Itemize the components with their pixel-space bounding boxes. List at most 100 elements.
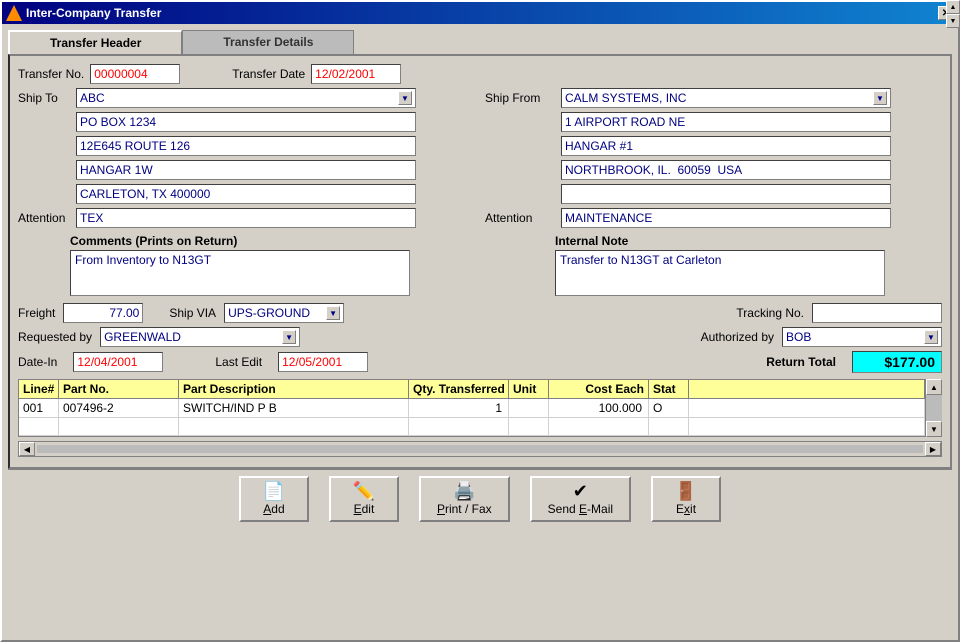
- ship-via-dropdown[interactable]: UPS-GROUND ▼: [224, 303, 344, 323]
- internal-note-textarea-wrapper: [555, 250, 885, 299]
- last-edit-input[interactable]: [278, 352, 368, 372]
- add-icon: 📄: [263, 482, 285, 500]
- content-area: Transfer Header Transfer Details Transfe…: [2, 24, 958, 534]
- data-grid: Line# Part No. Part Description Qty. Tra…: [18, 379, 926, 437]
- print-fax-button[interactable]: 🖨️ Print / Fax: [419, 476, 510, 522]
- table-row[interactable]: [19, 418, 925, 436]
- exit-button[interactable]: 🚪 Exit: [651, 476, 721, 522]
- comments-section: Comments (Prints on Return) ▲ ▼: [18, 234, 475, 299]
- ship-to-line2-input[interactable]: [76, 112, 416, 132]
- cell-empty: [59, 418, 179, 435]
- tracking-input[interactable]: [812, 303, 942, 323]
- ship-to-line5-row: [18, 184, 475, 204]
- ship-to-line5-input[interactable]: [76, 184, 416, 204]
- tab-transfer-header[interactable]: Transfer Header: [8, 30, 182, 54]
- ship-from-line5-input[interactable]: [561, 184, 891, 204]
- cell-qty-001: 1: [409, 399, 509, 417]
- ship-to-row: Ship To ABC ▼: [18, 88, 475, 108]
- grid-hscrollbar[interactable]: ◀ ▶: [18, 441, 942, 457]
- grid-scroll-track[interactable]: [926, 395, 942, 421]
- cell-extra-001: [689, 399, 925, 417]
- col-header-desc: Part Description: [179, 380, 409, 398]
- internal-note-textarea[interactable]: [555, 250, 885, 296]
- app-icon: [6, 5, 22, 21]
- date-in-label: Date-In: [18, 355, 57, 369]
- cell-empty: [649, 418, 689, 435]
- cell-line-001: 001: [19, 399, 59, 417]
- ship-from-arrow[interactable]: ▼: [873, 91, 887, 105]
- ship-to-arrow[interactable]: ▼: [398, 91, 412, 105]
- left-column: Ship To ABC ▼: [18, 88, 475, 299]
- ship-via-arrow[interactable]: ▼: [326, 306, 340, 320]
- ship-to-label: Ship To: [18, 91, 70, 105]
- ship-to-line3-input[interactable]: [76, 136, 416, 156]
- comments-textarea[interactable]: [70, 250, 410, 296]
- ship-from-line4-row: [485, 160, 942, 180]
- grid-scroll-down[interactable]: ▼: [926, 421, 942, 437]
- edit-icon: ✏️: [353, 482, 375, 500]
- freight-input[interactable]: [63, 303, 143, 323]
- title-bar-left: Inter-Company Transfer: [6, 5, 161, 21]
- form-area: Transfer No. Transfer Date Ship To ABC: [8, 54, 952, 469]
- ship-to-line4-row: [18, 160, 475, 180]
- requested-row: Requested by GREENWALD ▼ Authorized by B…: [18, 327, 942, 347]
- internal-note-scroll-down[interactable]: ▼: [946, 14, 960, 28]
- ship-from-line3-row: [485, 136, 942, 156]
- add-button[interactable]: 📄 Add: [239, 476, 309, 522]
- cell-empty: [19, 418, 59, 435]
- hscroll-left[interactable]: ◀: [19, 442, 35, 456]
- attention-row: Attention: [18, 208, 475, 228]
- requested-label: Requested by: [18, 330, 92, 344]
- col-header-unit: Unit: [509, 380, 549, 398]
- comments-textarea-wrapper: [70, 250, 410, 299]
- freight-label: Freight: [18, 306, 55, 320]
- transfer-date-input[interactable]: [311, 64, 401, 84]
- ship-via-label: Ship VIA: [169, 306, 216, 320]
- window-title: Inter-Company Transfer: [26, 6, 161, 20]
- ship-from-line4-input[interactable]: [561, 160, 891, 180]
- attention-right-input[interactable]: [561, 208, 891, 228]
- ship-from-line3-input[interactable]: [561, 136, 891, 156]
- tab-transfer-details[interactable]: Transfer Details: [182, 30, 354, 54]
- internal-note-scroll-up[interactable]: ▲: [946, 0, 960, 14]
- cell-empty: [179, 418, 409, 435]
- requested-value: GREENWALD: [104, 330, 181, 344]
- edit-button[interactable]: ✏️ Edit: [329, 476, 399, 522]
- col-header-qty: Qty. Transferred: [409, 380, 509, 398]
- hscroll-track[interactable]: [37, 445, 923, 453]
- grid-scroll-up[interactable]: ▲: [926, 379, 942, 395]
- date-in-input[interactable]: [73, 352, 163, 372]
- col-header-line: Line#: [19, 380, 59, 398]
- authorized-arrow[interactable]: ▼: [924, 330, 938, 344]
- hscroll-right[interactable]: ▶: [925, 442, 941, 456]
- tracking-label: Tracking No.: [736, 306, 804, 320]
- ship-to-line4-input[interactable]: [76, 160, 416, 180]
- send-email-button[interactable]: ✔ Send E-Mail: [530, 476, 631, 522]
- dates-row: Date-In Last Edit Return Total $177.00: [18, 351, 942, 373]
- grid-vscrollbar: ▲ ▼: [926, 379, 942, 437]
- exit-label: Exit: [676, 502, 696, 516]
- requested-arrow[interactable]: ▼: [282, 330, 296, 344]
- two-col-layout: Ship To ABC ▼: [18, 88, 942, 299]
- col-header-extra: [689, 380, 925, 398]
- return-total-value: $177.00: [852, 351, 942, 373]
- transfer-no-input[interactable]: [90, 64, 180, 84]
- table-row[interactable]: 001 007496-2 SWITCH/IND P B 1 100.000 O: [19, 399, 925, 418]
- col-header-stat: Stat: [649, 380, 689, 398]
- email-label: Send E-Mail: [548, 502, 613, 516]
- ship-from-line2-input[interactable]: [561, 112, 891, 132]
- toolbar: 📄 Add ✏️ Edit 🖨️ Print / Fax ✔ Send E-Ma…: [8, 469, 952, 528]
- print-icon: 🖨️: [453, 482, 475, 500]
- freight-row: Freight Ship VIA UPS-GROUND ▼ Tracking N…: [18, 303, 942, 323]
- ship-to-dropdown[interactable]: ABC ▼: [76, 88, 416, 108]
- right-column: Ship From CALM SYSTEMS, INC ▼: [485, 88, 942, 299]
- internal-note-label: Internal Note: [555, 234, 942, 248]
- email-icon: ✔: [573, 482, 588, 500]
- ship-to-line3-row: [18, 136, 475, 156]
- ship-via-value: UPS-GROUND: [228, 306, 310, 320]
- attention-input[interactable]: [76, 208, 416, 228]
- ship-from-dropdown[interactable]: CALM SYSTEMS, INC ▼: [561, 88, 891, 108]
- authorized-dropdown[interactable]: BOB ▼: [782, 327, 942, 347]
- ship-from-line2-row: [485, 112, 942, 132]
- requested-dropdown[interactable]: GREENWALD ▼: [100, 327, 300, 347]
